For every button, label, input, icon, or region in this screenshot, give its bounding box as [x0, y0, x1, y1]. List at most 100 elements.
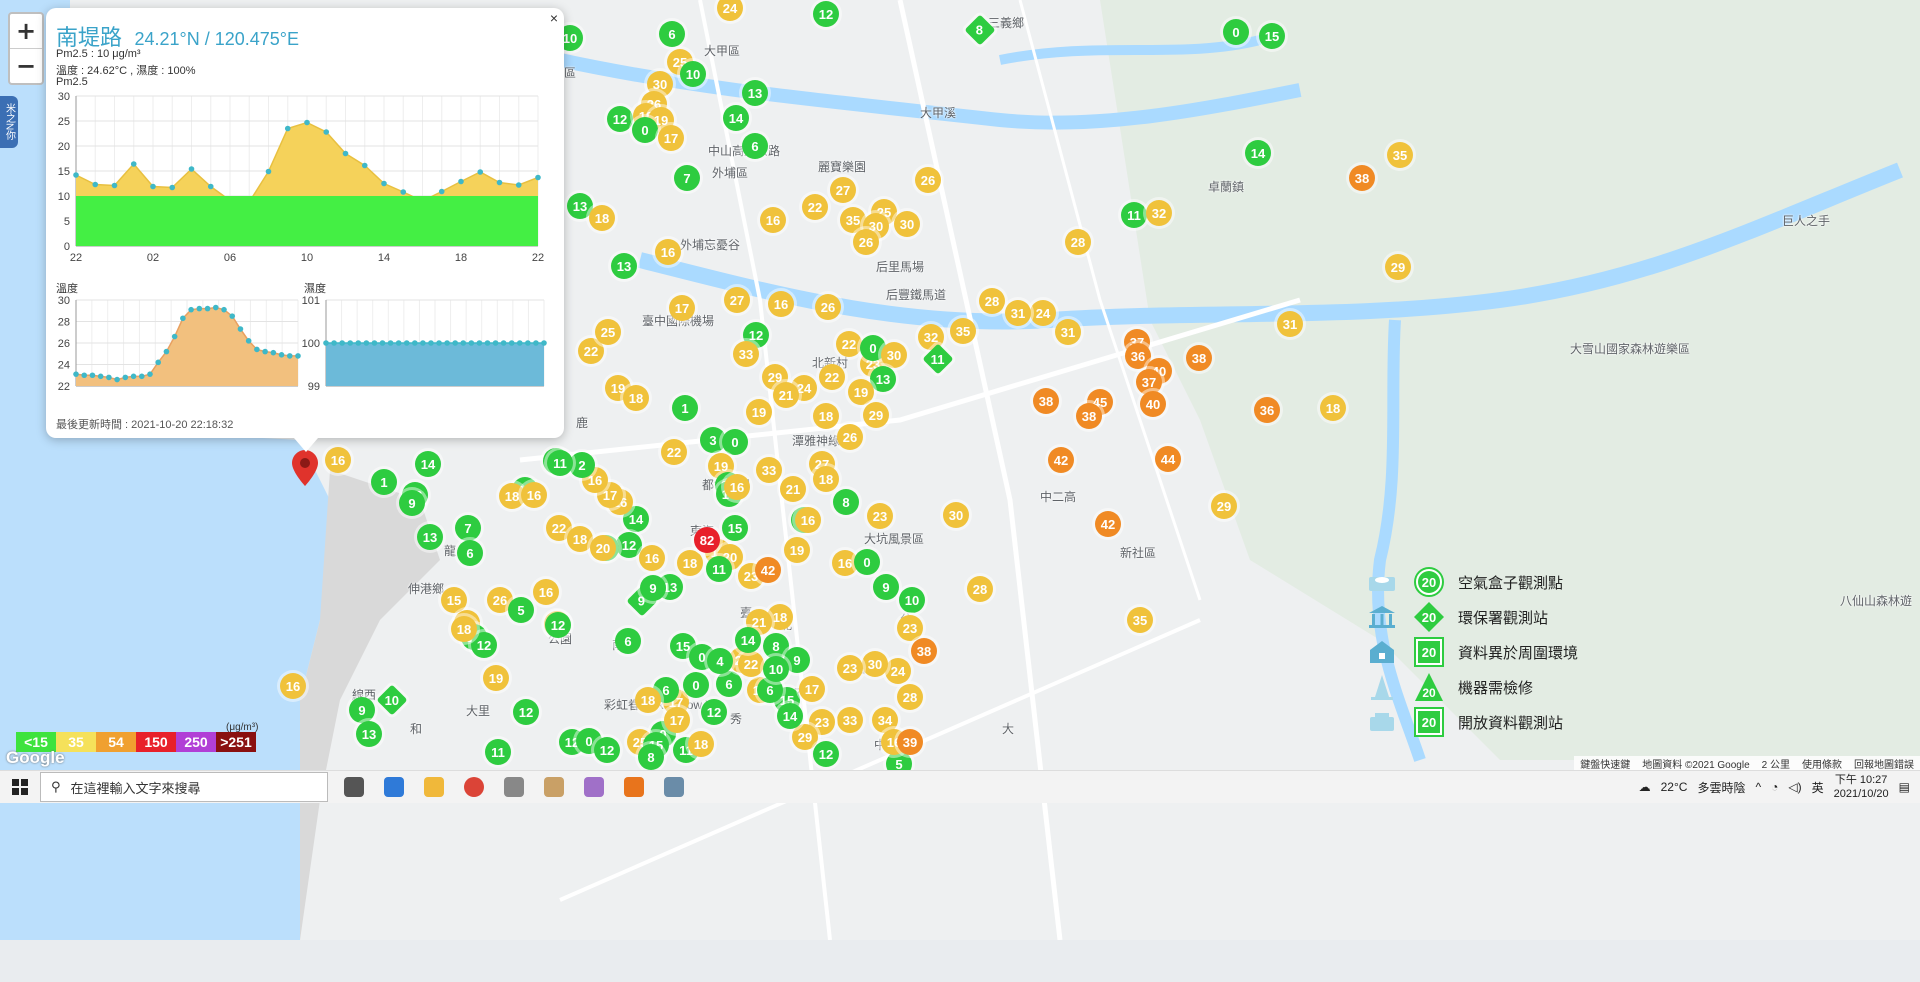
map-scale-label[interactable]: 2 公里 [1762, 756, 1790, 771]
zoom-in-button[interactable]: + [10, 14, 42, 49]
sensor-marker[interactable]: 18 [589, 205, 615, 231]
sensor-marker[interactable]: 17 [799, 676, 825, 702]
sensor-marker[interactable]: 0 [722, 429, 748, 455]
sensor-marker[interactable]: 26 [853, 229, 879, 255]
sensor-marker[interactable]: 13 [742, 80, 768, 106]
sensor-marker[interactable]: 8 [833, 489, 859, 515]
sensor-marker[interactable]: 26 [837, 424, 863, 450]
sensor-marker[interactable]: 18 [677, 550, 703, 576]
sensor-marker[interactable]: 19 [784, 537, 810, 563]
sensor-marker[interactable]: 22 [738, 651, 764, 677]
sensor-marker[interactable]: 18 [623, 385, 649, 411]
sensor-marker[interactable]: 42 [1048, 447, 1074, 473]
weather-desc[interactable]: 多雲時陰 [1697, 779, 1745, 796]
sensor-marker[interactable]: 15 [722, 515, 748, 541]
sensor-marker[interactable]: 38 [1076, 403, 1102, 429]
sensor-marker[interactable]: 2 [569, 452, 595, 478]
sensor-marker[interactable]: 30 [881, 342, 907, 368]
sensor-marker[interactable]: 19 [848, 379, 874, 405]
sensor-marker[interactable]: 9 [399, 490, 425, 516]
sensor-marker[interactable]: 30 [943, 502, 969, 528]
sensor-marker[interactable]: 17 [658, 125, 684, 151]
sensor-marker[interactable]: 11 [547, 450, 573, 476]
sensor-marker[interactable]: 1 [672, 395, 698, 421]
sensor-marker[interactable]: 6 [615, 628, 641, 654]
sensor-marker[interactable]: 12 [616, 532, 642, 558]
sensor-marker[interactable]: 11 [1121, 202, 1147, 228]
sensor-marker[interactable]: 38 [911, 638, 937, 664]
sensor-marker[interactable]: 42 [1095, 511, 1121, 537]
sensor-marker[interactable]: 40 [1140, 391, 1166, 417]
sensor-marker[interactable]: 35 [950, 318, 976, 344]
sensor-marker[interactable]: 11 [485, 739, 511, 765]
sensor-marker[interactable]: 0 [854, 549, 880, 575]
sensor-marker[interactable]: 6 [457, 540, 483, 566]
sensor-marker[interactable]: 14 [777, 703, 803, 729]
sensor-marker[interactable]: 18 [451, 616, 477, 642]
sensor-marker[interactable]: 1 [371, 469, 397, 495]
sensor-marker[interactable]: 31 [1005, 300, 1031, 326]
sensor-marker[interactable]: 20 [590, 535, 616, 561]
keyboard-shortcuts-link[interactable]: 鍵盤快速鍵 [1580, 756, 1630, 771]
sensor-marker[interactable]: 29 [1211, 493, 1237, 519]
sensor-marker[interactable]: 27 [724, 287, 750, 313]
sensor-marker[interactable]: 16 [280, 673, 306, 699]
sensor-marker[interactable]: 13 [870, 366, 896, 392]
sensor-marker[interactable]: 12 [813, 741, 839, 767]
sensor-marker[interactable]: 12 [594, 737, 620, 763]
weather-temp[interactable]: 22°C [1661, 780, 1688, 794]
sensor-marker[interactable]: 23 [867, 503, 893, 529]
sensor-marker[interactable]: 6 [716, 671, 742, 697]
sensor-marker[interactable]: 0 [632, 117, 658, 143]
report-error-link[interactable]: 回報地圖錯誤 [1854, 756, 1914, 771]
sensor-marker[interactable]: 33 [837, 707, 863, 733]
sensor-marker[interactable]: 15 [1259, 23, 1285, 49]
sensor-marker[interactable]: 27 [830, 177, 856, 203]
sensor-marker[interactable]: 28 [1065, 229, 1091, 255]
sensor-marker[interactable]: 35 [1127, 607, 1153, 633]
sensor-marker[interactable]: 12 [813, 1, 839, 27]
sensor-marker[interactable]: 11 [706, 556, 732, 582]
windows-start-icon[interactable] [0, 771, 40, 803]
terms-link[interactable]: 使用條款 [1802, 756, 1842, 771]
sensor-marker[interactable]: 19 [746, 399, 772, 425]
sensor-marker[interactable]: 16 [760, 207, 786, 233]
sensor-marker[interactable]: 13 [417, 524, 443, 550]
bird-icon[interactable] [534, 771, 574, 803]
sensor-marker[interactable]: 10 [680, 61, 706, 87]
close-popup-button[interactable]: × [550, 10, 558, 26]
sensor-marker[interactable]: 18 [688, 731, 714, 757]
zoom-out-button[interactable]: − [10, 49, 42, 83]
sensor-marker[interactable]: 5 [508, 597, 534, 623]
sensor-marker[interactable]: 4 [707, 648, 733, 674]
sensor-marker[interactable]: 9 [873, 574, 899, 600]
sensor-marker[interactable]: 18 [813, 466, 839, 492]
sensor-marker[interactable]: 14 [723, 105, 749, 131]
sensor-marker[interactable]: 16 [655, 239, 681, 265]
sensor-marker[interactable]: 29 [863, 402, 889, 428]
sensor-marker[interactable]: 38 [1186, 345, 1212, 371]
location-pin-icon[interactable] [292, 450, 318, 491]
file-explorer-icon[interactable] [414, 771, 454, 803]
sensor-marker[interactable]: 10 [763, 656, 789, 682]
compass-icon[interactable] [494, 771, 534, 803]
sensor-marker[interactable]: 16 [639, 545, 665, 571]
sensor-marker[interactable]: 21 [773, 382, 799, 408]
sensor-marker[interactable]: 22 [661, 439, 687, 465]
clock[interactable]: 下午 10:27 2021/10/20 [1834, 773, 1889, 801]
sensor-marker[interactable]: 14 [415, 451, 441, 477]
volume-icon[interactable]: ◁) [1788, 780, 1801, 794]
sensor-marker[interactable]: 21 [780, 476, 806, 502]
sensor-marker[interactable]: 18 [635, 687, 661, 713]
sensor-marker[interactable]: 18 [1320, 395, 1346, 421]
weather-icon[interactable]: ☁ [1639, 780, 1651, 794]
sensor-marker[interactable]: 82 [694, 527, 720, 553]
sensor-marker[interactable]: 12 [513, 699, 539, 725]
sensor-marker[interactable]: 14 [735, 627, 761, 653]
snipping-icon[interactable] [574, 771, 614, 803]
sensor-marker[interactable]: 33 [756, 457, 782, 483]
sensor-marker[interactable]: 0 [683, 672, 709, 698]
sensor-marker[interactable]: 30 [894, 211, 920, 237]
sensor-marker[interactable]: 36 [1254, 397, 1280, 423]
sensor-marker[interactable]: 9 [349, 697, 375, 723]
